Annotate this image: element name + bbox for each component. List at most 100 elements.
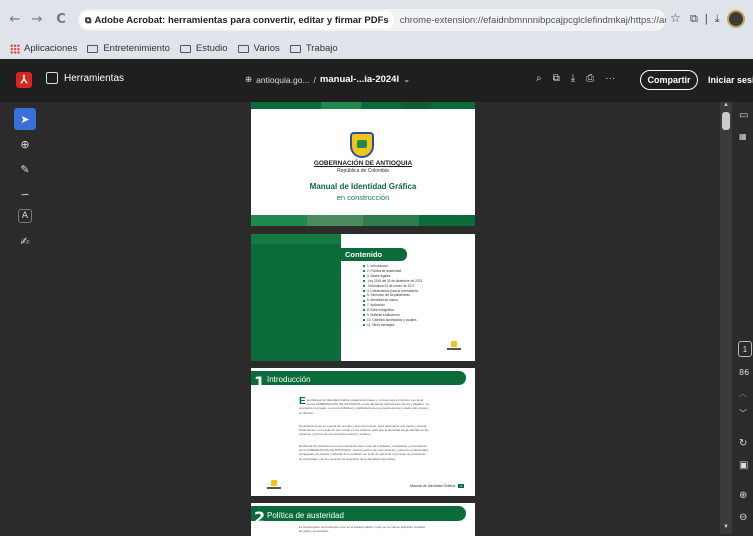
search-icon[interactable]: ⌕ [536,73,542,84]
scroll-up-icon[interactable]: ▲ [720,102,732,112]
toc-item[interactable]: Ordenanza 02 de marzo de 2017 [363,284,422,289]
bookmark-apps[interactable]: Aplicaciones [10,43,77,54]
site-chip-label: Adobe Acrobat: herramientas para convert… [94,14,389,26]
acrobat-logo-icon[interactable]: ⅄ [16,72,32,88]
section-number: 2 [254,508,266,527]
gov-logo-icon [447,341,461,351]
toc-item[interactable]: Ley 2345 del 30 de diciembre de 2023 [363,279,422,284]
doc-site: antioquia.go... [256,74,310,85]
reload-button[interactable]: C [52,12,70,27]
url-text[interactable]: chrome-extension://efaidnbmnnnibpcajpcgl… [400,15,666,26]
page-down-icon[interactable]: ﹀ [739,408,747,419]
scroll-down-icon[interactable]: ▼ [720,524,732,534]
page-contents: Contenido 1. Introducción 2. Política de… [251,234,475,361]
paragraph-text: ste Manual de Identidad Gráfica presenta… [299,398,429,415]
bookmark-label: Estudio [195,43,228,54]
extension-icon: ⧉ [85,14,92,25]
text-tool-icon[interactable]: A [18,209,32,223]
dropcap: E [299,396,306,407]
bookmarks-bar: Aplicaciones Entretenimiento Estudio Var… [0,38,753,59]
forward-button[interactable]: → [28,12,46,27]
bookmark-star-icon[interactable]: ☆ [670,11,681,25]
folder-icon [179,44,191,53]
back-button[interactable]: ← [6,12,24,27]
thumbnails-icon[interactable]: ▦ [739,132,747,141]
section-header-band: 1 Introducción [251,371,466,392]
section-title: Política de austeridad [267,511,344,520]
folder-icon [237,44,249,53]
profile-avatar[interactable] [726,10,745,28]
document-scrollbar[interactable]: ▲ ▼ [720,102,732,534]
bookmark-label: Trabajo [305,43,338,54]
site-chip[interactable]: ⧉ Adobe Acrobat: herramientas para conve… [80,11,394,29]
gov-name: GOBERNACIÓN DE ANTIOQUIA [313,160,413,167]
toolbar-icons: ⌕ ⧉ ⤓ ⎙ ··· [536,73,615,84]
chevron-down-icon[interactable]: ⌄ [403,74,410,85]
page-austerity: 2 Política de austeridad La Gobernación … [251,503,475,536]
total-pages: 86 [739,368,750,377]
contents-side-panel [251,234,341,361]
bookmark-entretenimiento[interactable]: Entretenimiento [87,43,170,54]
contents-title: Contenido [341,248,407,261]
section-title: Introducción [267,375,311,384]
tools-label: Herramientas [64,72,125,84]
tools-icon [46,72,58,84]
zoom-out-icon[interactable]: ⊖ [739,512,747,523]
sign-tool-icon[interactable]: ✍ [14,230,36,252]
save-icon[interactable]: ▣ [739,460,748,471]
rotate-icon[interactable]: ↻ [739,438,747,449]
intro-paragraph-3: El Manual de Identidad es una herramient… [299,444,429,461]
scroll-thumb[interactable] [722,112,730,130]
cover-subtitle: en construcción [336,193,390,202]
document-path[interactable]: ⊕ antioquia.go... / manual-...ia-2024l ⌄ [245,74,410,85]
link-tool-icon[interactable]: ∽ [14,183,36,205]
comment-panel-icon[interactable]: ▭ [739,110,748,121]
browser-address-bar: ← → C ⧉ Adobe Acrobat: herramientas para… [0,0,753,38]
bookmark-estudio[interactable]: Estudio [179,43,228,54]
cover-title: Manual de Identidad Gráfica [309,182,417,191]
page-introduction: 1 Introducción E ste Manual de Identidad… [251,368,475,496]
intro-paragraph-1: E ste Manual de Identidad Gráfica presen… [299,396,429,415]
footer-title: Manual de Identidad Gráfica [410,484,456,488]
intro-paragraph-2: Se deberán tener en cuenta las normas y … [299,424,429,437]
download-icon[interactable]: ⤓ [571,73,575,84]
globe-icon: ⊕ [245,74,253,84]
select-tool-icon[interactable]: ➤ [14,108,36,130]
page-cover: GOBERNACIÓN DE ANTIOQUIA República de Co… [251,102,475,226]
cover-bottom-band [251,215,475,226]
zoom-in-icon[interactable]: ⊕ [739,490,747,501]
left-tool-rail: ➤ ⊕ ✎ ∽ A ✍ [14,108,36,255]
share-button[interactable]: Compartir [640,70,698,90]
coat-of-arms-icon [350,132,374,158]
browser-right-icons: ⧉ | ⤓ [690,10,745,28]
folder-icon [87,44,99,53]
cover-top-band [251,102,475,109]
section-header-band: 2 Política de austeridad [251,506,466,527]
bookmark-trabajo[interactable]: Trabajo [289,43,338,54]
bookmark-varios[interactable]: Varios [237,43,280,54]
apps-grid-icon [10,43,20,54]
acrobat-toolbar: ⅄ Herramientas ⊕ antioquia.go... / manua… [0,59,753,102]
path-separator: / [313,74,316,85]
toc-item[interactable]: 11. Otros mensajes [363,323,422,328]
downloads-icon[interactable]: ⤓ [715,13,720,26]
tools-menu[interactable]: Herramientas [46,72,124,84]
extensions-icon[interactable]: ⧉ [690,13,698,26]
print-icon[interactable]: ⎙ [586,73,594,84]
gov-logo-icon [267,480,281,490]
gov-subtitle: República de Colombia [337,168,389,174]
divider: | [704,13,708,25]
bookmark-label: Entretenimiento [103,43,170,54]
draw-tool-icon[interactable]: ✎ [14,158,36,180]
page-footer: Manual de Identidad Gráfica 3 [410,484,464,488]
current-page-number[interactable]: 1 [738,341,752,357]
bookmark-label: Aplicaciones [24,43,78,54]
table-of-contents: 1. Introducción 2. Política de austerida… [363,264,422,328]
comment-tool-icon[interactable]: ⊕ [14,133,36,155]
more-icon[interactable]: ··· [605,73,615,84]
login-button[interactable]: Iniciar sesión [708,75,753,85]
omnibox[interactable]: ⧉ Adobe Acrobat: herramientas para conve… [78,9,666,31]
copy-icon[interactable]: ⧉ [553,73,560,84]
austerity-paragraph: La Gobernación de Antioquia como en el E… [299,525,426,534]
page-up-icon[interactable]: ︿ [739,388,747,399]
